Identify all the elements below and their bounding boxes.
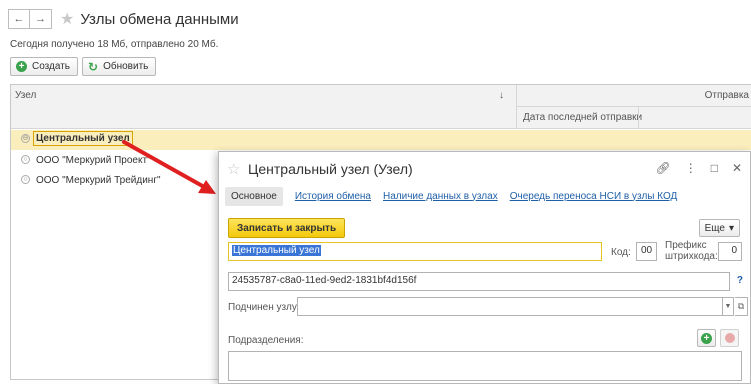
tab-nsi-transfer-queue[interactable]: Очередь переноса НСИ в узлы КОД (510, 191, 678, 202)
header-divider (516, 106, 751, 107)
help-icon[interactable]: ? (737, 275, 743, 286)
dropdown-button[interactable]: ▼ (723, 297, 734, 316)
delete-circle-icon (724, 333, 735, 343)
dialog-controls: 🔗︎ ⋮ □ ✕ (655, 161, 742, 175)
parent-node-label: Подчинен узлу: (228, 302, 300, 313)
chevron-down-icon: ▾ (728, 222, 734, 234)
barcode-prefix-input[interactable]: 0 (718, 242, 742, 261)
list-toolbar: + Создать ↻ Обновить (10, 57, 157, 76)
prefix-label-line1: Префикс (665, 240, 707, 251)
open-button[interactable]: ⧉ (735, 297, 748, 316)
open-window-icon: ⧉ (737, 301, 745, 311)
row-text: Центральный узел (33, 131, 133, 146)
tab-data-in-nodes[interactable]: Наличие данных в узлах (383, 191, 498, 202)
node-dialog: ☆ Центральный узел (Узел) 🔗︎ ⋮ □ ✕ Основ… (218, 151, 751, 384)
dialog-title: Центральный узел (Узел) (248, 161, 413, 177)
refresh-icon: ↻ (88, 59, 99, 74)
page-title: Узлы обмена данными (80, 10, 239, 28)
maximize-icon[interactable]: □ (711, 161, 718, 175)
divisions-label: Подразделения: (228, 335, 304, 346)
prefix-label: Префикс штрихкода: (665, 240, 718, 262)
close-icon[interactable]: ✕ (732, 161, 742, 175)
add-division-button[interactable]: + (697, 329, 716, 347)
main-window: ← → ★ Узлы обмена данными Сегодня получе… (0, 0, 751, 384)
leaf-icon: ○ (21, 155, 30, 164)
tab-exchange-history[interactable]: История обмена (295, 191, 371, 202)
back-button[interactable]: ← (8, 9, 30, 29)
plus-circle-icon: + (16, 61, 27, 72)
create-label: Создать (32, 61, 71, 72)
annotation-arrow-icon (122, 140, 216, 194)
link-icon[interactable]: 🔗︎ (655, 161, 670, 175)
favorite-star-icon[interactable]: ★ (60, 9, 74, 29)
back-arrow-icon: ← (13, 13, 25, 25)
column-group-send: Отправка (704, 90, 749, 101)
uuid-field[interactable]: 24535787-c8a0-11ed-9ed2-1831bf4d156f (228, 272, 730, 291)
forward-button[interactable]: → (30, 9, 52, 29)
more-button[interactable]: Еще ▾ (698, 219, 740, 237)
prefix-label-line2: штрихкода: (665, 251, 718, 262)
sort-down-icon[interactable]: ↓ (499, 90, 504, 101)
parent-node-input[interactable] (297, 297, 723, 316)
refresh-button[interactable]: ↻ Обновить (82, 57, 157, 76)
table-header: Узел ↓ Отправка Дата последней отправки (11, 85, 751, 129)
divisions-list[interactable] (228, 351, 742, 381)
traffic-status: Сегодня получено 18 Мб, отправлено 20 Мб… (10, 39, 219, 50)
column-divider (638, 106, 639, 129)
tab-main[interactable]: Основное (225, 186, 283, 206)
title-bar: ← → ★ Узлы обмена данными (8, 8, 239, 30)
favorite-star-icon[interactable]: ☆ (227, 160, 240, 178)
collapse-icon[interactable]: ⊖ (21, 134, 30, 143)
leaf-icon: ○ (21, 175, 30, 184)
chevron-down-icon: ▼ (724, 303, 732, 310)
create-button[interactable]: + Создать (10, 57, 79, 76)
save-and-close-button[interactable]: Записать и закрыть (228, 218, 346, 238)
column-divider (516, 85, 517, 129)
dialog-tabs: Основное История обмена Наличие данных в… (225, 186, 689, 206)
code-input[interactable]: 00 (636, 242, 657, 261)
column-header-last-send[interactable]: Дата последней отправки (523, 112, 642, 123)
delete-division-button[interactable] (720, 329, 739, 347)
forward-arrow-icon: → (35, 13, 46, 25)
name-input[interactable]: Центральный узел (228, 242, 602, 261)
refresh-label: Обновить (103, 61, 149, 72)
plus-circle-icon: + (701, 332, 712, 344)
more-vert-icon[interactable]: ⋮ (685, 161, 697, 175)
code-label: Код: (611, 247, 631, 258)
column-header-node[interactable]: Узел (15, 90, 36, 101)
name-value: Центральный узел (232, 245, 321, 256)
more-label: Еще (704, 222, 725, 234)
